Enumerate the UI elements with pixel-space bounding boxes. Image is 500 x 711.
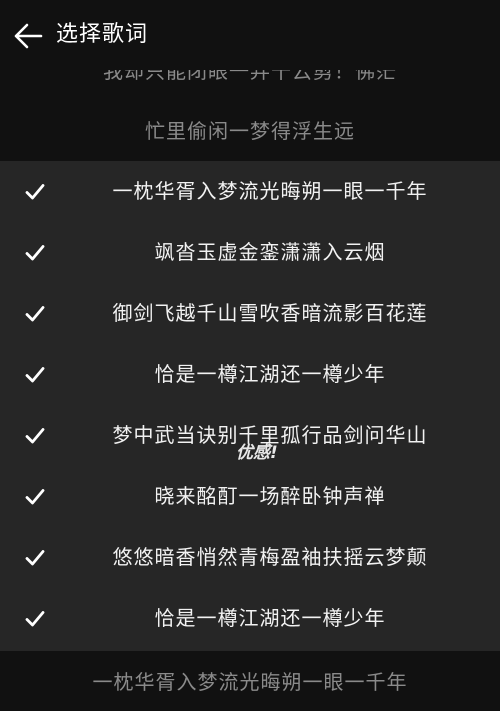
lyric-row[interactable]: 一枕华胥入梦流光晦朔一眼一千年 bbox=[0, 161, 500, 222]
context-lyric-after[interactable]: 一枕华胥入梦流光晦朔一眼一千年 bbox=[0, 667, 500, 697]
selected-lyrics-block: 一枕华胥入梦流光晦朔一眼一千年 飒沓玉虚金銮潇潇入云烟 御剑飞越千山雪吹香暗流影… bbox=[0, 161, 500, 651]
header-bar: 选择歌词 bbox=[0, 0, 500, 70]
lyrics-select-screen: 选择歌词 我却只能闭眼一弄十云剪！佛茫 忙里偷闲一梦得浮生远 一枕华胥入梦流光晦… bbox=[0, 0, 500, 711]
lyric-row[interactable]: 恰是一樽江湖还一樽少年 bbox=[0, 588, 500, 649]
checkmark-icon bbox=[24, 608, 46, 630]
lyric-text: 晓来酩酊一场醉卧钟声禅 bbox=[154, 484, 386, 508]
checkmark-icon bbox=[24, 303, 46, 325]
back-button[interactable] bbox=[8, 16, 48, 56]
lyric-row[interactable]: 晓来酩酊一场醉卧钟声禅 bbox=[0, 466, 500, 527]
lyric-text: 御剑飞越千山雪吹香暗流影百花莲 bbox=[112, 301, 428, 325]
lyric-text: 恰是一樽江湖还一樽少年 bbox=[154, 362, 386, 386]
lyric-text: 悠悠暗香悄然青梅盈袖扶摇云梦颠 bbox=[112, 545, 428, 569]
checkmark-icon bbox=[24, 364, 46, 386]
lyric-text: 飒沓玉虚金銮潇潇入云烟 bbox=[154, 240, 386, 264]
checkmark-icon bbox=[24, 547, 46, 569]
lyric-row[interactable]: 恰是一樽江湖还一樽少年 bbox=[0, 344, 500, 405]
arrow-left-icon bbox=[14, 23, 43, 49]
page-title: 选择歌词 bbox=[56, 22, 149, 47]
checkmark-icon bbox=[24, 486, 46, 508]
context-lyric-before[interactable]: 忙里偷闲一梦得浮生远 bbox=[0, 116, 500, 146]
lyric-text: 一枕华胥入梦流光晦朔一眼一千年 bbox=[112, 179, 428, 203]
checkmark-icon bbox=[24, 242, 46, 264]
lyric-row[interactable]: 飒沓玉虚金銮潇潇入云烟 bbox=[0, 222, 500, 283]
lyric-text: 恰是一樽江湖还一樽少年 bbox=[154, 606, 386, 630]
lyric-row[interactable]: 悠悠暗香悄然青梅盈袖扶摇云梦颠 bbox=[0, 527, 500, 588]
watermark: 优感! bbox=[236, 443, 278, 463]
lyric-row[interactable]: 御剑飞越千山雪吹香暗流影百花莲 bbox=[0, 283, 500, 344]
checkmark-icon bbox=[24, 181, 46, 203]
checkmark-icon bbox=[24, 425, 46, 447]
